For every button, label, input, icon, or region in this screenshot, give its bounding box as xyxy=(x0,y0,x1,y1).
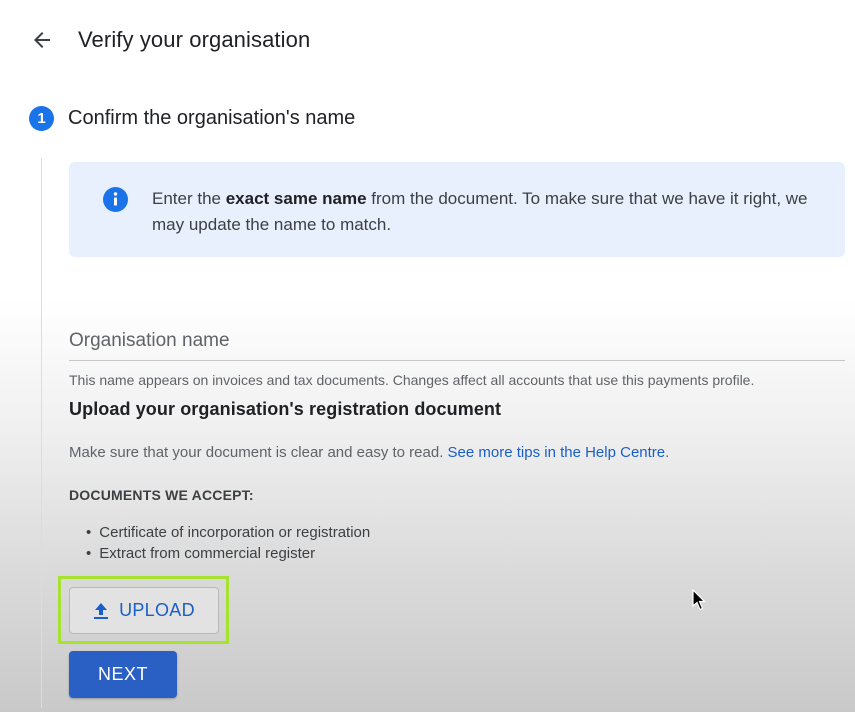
info-text: Enter the exact same name from the docum… xyxy=(152,186,812,238)
document-item: Extract from commercial register xyxy=(86,543,370,564)
step-number-badge: 1 xyxy=(29,106,54,131)
info-banner: Enter the exact same name from the docum… xyxy=(69,162,845,257)
organisation-name-input[interactable]: Organisation name xyxy=(69,330,230,352)
step-header: 1 Confirm the organisation's name xyxy=(29,106,355,131)
next-button[interactable]: NEXT xyxy=(69,651,177,698)
mouse-cursor-icon xyxy=(692,589,706,611)
organisation-name-underline xyxy=(69,360,845,361)
documents-list: Certificate of incorporation or registra… xyxy=(86,522,370,564)
upload-description-end: . xyxy=(665,444,670,461)
upload-button-label: UPLOAD xyxy=(119,600,195,620)
arrow-left-icon xyxy=(34,32,50,48)
info-text-bold: exact same name xyxy=(225,189,367,208)
upload-button[interactable]: UPLOAD xyxy=(69,587,219,634)
page-title: Verify your organisation xyxy=(78,27,311,52)
help-centre-link[interactable]: See more tips in the Help Centre xyxy=(448,444,666,461)
info-icon xyxy=(103,187,128,212)
step-title: Confirm the organisation's name xyxy=(68,107,356,129)
upload-description-text: Make sure that your document is clear an… xyxy=(69,444,448,461)
documents-heading: DOCUMENTS WE ACCEPT: xyxy=(69,487,254,503)
info-text-prefix: Enter the xyxy=(152,189,226,208)
back-button[interactable] xyxy=(28,26,56,54)
organisation-name-helper: This name appears on invoices and tax do… xyxy=(69,372,755,388)
page-header: Verify your organisation xyxy=(28,22,310,58)
upload-icon xyxy=(94,602,109,619)
upload-section-title: Upload your organisation's registration … xyxy=(69,399,502,419)
upload-description: Make sure that your document is clear an… xyxy=(69,444,669,461)
step-connector-line xyxy=(41,158,42,708)
document-item: Certificate of incorporation or registra… xyxy=(86,522,370,543)
